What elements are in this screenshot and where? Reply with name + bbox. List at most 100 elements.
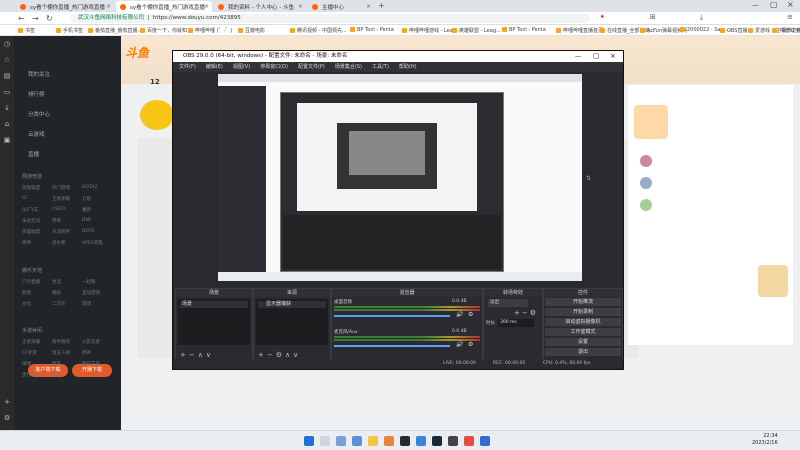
sidebar-category-link[interactable]: DOTA2 (82, 185, 97, 190)
scene-toolbar-icons[interactable]: +−∧∨ (180, 351, 214, 359)
bookmark-item[interactable]: BP Tool - Penta (350, 27, 394, 33)
sidebar-category-link[interactable]: DOTA (82, 229, 95, 234)
start-recording-button[interactable]: 开始录制 (545, 308, 621, 316)
bookmark-item[interactable]: 哔哩哔哩 (゜-゜) (188, 27, 232, 34)
maximize-icon[interactable]: ▢ (770, 0, 778, 9)
scene-list-item[interactable]: 场景 (180, 301, 248, 308)
preview-expand-icon[interactable]: ⇅ (586, 175, 591, 182)
url-input[interactable]: 武汉斗鱼网络科技有限公司 | https://www.douyu.com/423… (70, 14, 590, 23)
sidebar-category-link[interactable]: 暗区 (52, 361, 61, 367)
sidebar-category-link[interactable]: 逆水寒 (52, 240, 66, 246)
gear-icon[interactable]: ⚙ (468, 341, 473, 348)
book-icon[interactable]: ▤ (3, 72, 11, 80)
sidebar-category-link[interactable]: 英雄联盟 (22, 229, 40, 235)
avatar[interactable] (640, 177, 652, 189)
browser-tab[interactable]: 主播中心 × (308, 1, 374, 12)
bookmark-item[interactable]: 英雄联盟 - Leag... (452, 27, 501, 34)
sidebar-item[interactable]: 我的关注 (28, 70, 50, 78)
bookmark-item[interactable]: 哔哩哔哩直播首页 (556, 27, 603, 34)
sidebar-category-link[interactable]: QQ飞车 (22, 207, 38, 213)
cart-icon[interactable]: ⌂ (3, 120, 11, 128)
app-icon[interactable] (480, 436, 490, 446)
sidebar-category-link[interactable]: 热门游戏 (52, 185, 70, 191)
close-icon[interactable]: × (366, 3, 371, 10)
gear-icon[interactable]: ⚙ (468, 311, 473, 318)
avatar[interactable] (640, 155, 652, 167)
sidebar-category-link[interactable]: 刀塔 (82, 196, 91, 202)
sidebar-category-link[interactable]: 颜值 (22, 290, 31, 296)
sidebar-category-link[interactable]: 天涯明月 (52, 229, 70, 235)
bookmark-item[interactable]: 百度一下，你就知 (140, 27, 187, 34)
obs-menu-item[interactable]: 场景集合(S) (335, 64, 362, 70)
obs-menu-item[interactable]: 文件(F) (179, 64, 196, 70)
sidebar-category-link[interactable]: 火影忍者 (82, 339, 100, 345)
sidebar-category-link[interactable]: DNF (82, 218, 91, 223)
bookmark-item[interactable]: 豆瓣电影 (238, 27, 265, 34)
sidebar-category-link[interactable]: 文化 (22, 301, 31, 307)
studio-mode-button[interactable]: 工作室模式 (545, 328, 621, 336)
obs-menu-item[interactable]: 停靠窗口(D) (260, 64, 288, 70)
close-window-icon[interactable]: × (787, 0, 794, 9)
sidebar-category-link[interactable]: 户外直播 (22, 279, 40, 285)
close-icon[interactable]: × (298, 3, 303, 10)
settings-icon[interactable]: ⚙ (3, 414, 11, 422)
exit-button[interactable]: 退出 (545, 348, 621, 356)
sidebar-category-link[interactable]: 互动游戏 (82, 290, 100, 296)
avatar[interactable] (640, 199, 652, 211)
extensions-icon[interactable]: ⊞ (650, 13, 656, 21)
maximize-icon[interactable]: ▢ (593, 51, 600, 62)
sidebar-category-link[interactable]: 王者荣耀 (22, 339, 40, 345)
sidebar-category-link[interactable]: 英雄联盟 (22, 185, 40, 191)
browser-icon[interactable] (384, 436, 394, 446)
sidebar-category-link[interactable]: 和平精英 (52, 339, 70, 345)
obs-icon[interactable] (400, 436, 410, 446)
sidebar-category-link[interactable]: CF (22, 196, 28, 201)
browser-tab[interactable]: sy看个棚你直播_热门游戏直播 × (16, 1, 114, 12)
close-icon[interactable]: × (610, 51, 616, 62)
sidebar-category-link[interactable]: 原神 (22, 240, 31, 246)
minimize-icon[interactable]: — (752, 1, 759, 9)
bookmark-item[interactable]: OBS直播 (720, 27, 747, 34)
sidebar-item[interactable]: 云游戏 (28, 130, 45, 138)
sidebar-category-link[interactable]: 魔兽 (82, 207, 91, 213)
steam-icon[interactable] (432, 436, 442, 446)
sidebar-category-link[interactable]: 王者荣耀 (52, 196, 70, 202)
add-icon[interactable]: + (3, 398, 11, 406)
sidebar-category-link[interactable]: 舞蹈 (52, 290, 61, 296)
promo-image[interactable] (758, 265, 788, 297)
sidebar-category-link[interactable]: 明日方舟 (82, 361, 100, 367)
app-icon[interactable] (448, 436, 458, 446)
sidebar-category-link[interactable]: 二次元 (52, 301, 66, 307)
settings-button[interactable]: 设置 (545, 338, 621, 346)
sidebar-item[interactable]: 分类中心 (28, 110, 50, 118)
download-icon[interactable]: ⤓ (700, 13, 703, 22)
sidebar-category-link[interactable]: 更多 (52, 372, 61, 378)
app-icon[interactable]: ▣ (3, 136, 11, 144)
sidebar-category-link[interactable]: APEX英雄 (82, 240, 103, 246)
minimize-icon[interactable]: — (575, 51, 581, 62)
sidebar-category-link[interactable]: 一起看 (82, 279, 96, 285)
browser-tab[interactable]: 我的资料 - 个人中心 - 斗鱼 × (214, 1, 306, 12)
menu-icon[interactable]: ≡ (787, 13, 793, 21)
bookmark-star-icon[interactable]: ★ (600, 14, 604, 20)
history-icon[interactable]: ◷ (3, 40, 11, 48)
bookmark-item[interactable]: 手机书签 (56, 27, 83, 34)
bookmark-item[interactable]: 腾讯视频 - 中国领先... (290, 27, 347, 34)
favorites-icon[interactable]: ☆ (3, 56, 11, 64)
speaker-icon[interactable]: 🔊 (456, 341, 463, 348)
obs-preview[interactable] (218, 74, 582, 281)
sidebar-category-link[interactable]: 永劫无间 (22, 218, 40, 224)
site-logo[interactable]: 斗鱼 (125, 44, 163, 60)
start-streaming-button[interactable]: 开始推流 (545, 298, 621, 306)
desktop-audio-slider[interactable] (334, 315, 450, 317)
sidebar-category-link[interactable]: 游戏 (82, 301, 91, 307)
sidebar-item-live[interactable]: 直播 (28, 150, 39, 158)
reload-icon[interactable]: ↻ (46, 14, 53, 23)
obs-menu-item[interactable]: 工具(T) (372, 64, 389, 70)
app-icon[interactable] (464, 436, 474, 446)
sidebar-category-link[interactable]: CSGO (52, 207, 65, 212)
obs-menu-item[interactable]: 帮助(H) (399, 64, 417, 70)
search-icon[interactable] (320, 436, 330, 446)
virtual-camera-button[interactable]: 启动虚拟摄像机 (545, 318, 621, 326)
sidebar-category-link[interactable]: 第五人格 (52, 350, 70, 356)
